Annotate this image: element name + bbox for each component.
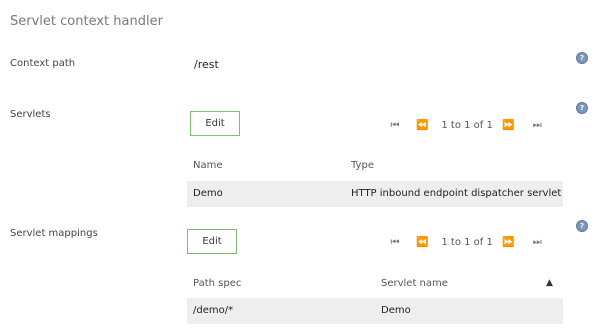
page-title: Servlet context handler: [10, 14, 163, 29]
pager-info: 1 to 1 of 1: [441, 120, 493, 131]
first-page-icon[interactable]: ⏮: [389, 119, 401, 133]
prev-page-icon[interactable]: ⏪: [416, 119, 428, 133]
servlet-mappings-edit-button[interactable]: Edit: [187, 229, 237, 254]
path-spec-cell: /demo/*: [193, 305, 234, 316]
sort-ascending-icon[interactable]: ▲: [546, 278, 553, 288]
column-header-servlet-name[interactable]: Servlet name: [381, 278, 448, 289]
last-page-icon[interactable]: ⏭: [531, 119, 543, 133]
last-page-icon[interactable]: ⏭: [531, 236, 543, 250]
pager-info: 1 to 1 of 1: [441, 237, 493, 248]
servlet-type-cell: HTTP inbound endpoint dispatcher servlet: [351, 188, 562, 199]
next-page-icon[interactable]: ⏩: [502, 119, 514, 133]
help-icon[interactable]: ?: [576, 52, 588, 64]
context-path-value: /rest: [194, 58, 219, 71]
next-page-icon[interactable]: ⏩: [502, 236, 514, 250]
servlet-name-cell: Demo: [381, 305, 411, 316]
prev-page-icon[interactable]: ⏪: [416, 236, 428, 250]
context-path-label: Context path: [10, 58, 76, 69]
column-header-path-spec[interactable]: Path spec: [193, 278, 241, 289]
table-row[interactable]: [187, 298, 563, 324]
first-page-icon[interactable]: ⏮: [389, 236, 401, 250]
servlet-mappings-pager: ⏮ ⏪ 1 to 1 of 1 ⏩ ⏭: [389, 236, 554, 250]
column-header-name[interactable]: Name: [193, 160, 223, 171]
help-icon[interactable]: ?: [576, 102, 588, 114]
servlet-mappings-label: Servlet mappings: [10, 228, 98, 239]
help-icon[interactable]: ?: [576, 220, 588, 232]
servlet-name-cell: Demo: [193, 188, 223, 199]
column-header-type[interactable]: Type: [351, 160, 374, 171]
servlets-pager: ⏮ ⏪ 1 to 1 of 1 ⏩ ⏭: [389, 119, 554, 133]
servlets-edit-button[interactable]: Edit: [190, 111, 240, 136]
servlets-label: Servlets: [10, 109, 51, 120]
